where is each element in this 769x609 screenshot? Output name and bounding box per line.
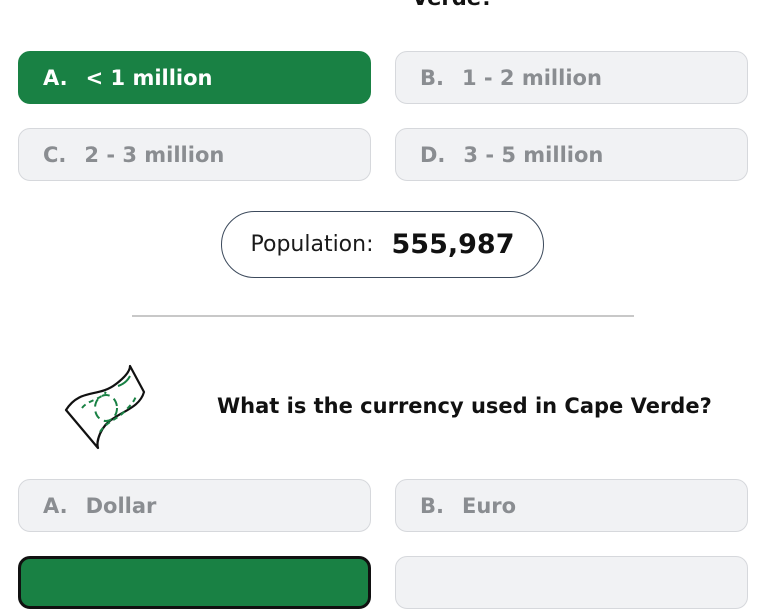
option-b-button[interactable]: B. Euro — [395, 479, 748, 532]
option-label: < 1 million — [85, 65, 213, 90]
option-label: 3 - 5 million — [463, 142, 604, 167]
option-d-button[interactable] — [395, 556, 748, 609]
population-value: 555,987 — [391, 229, 515, 260]
population-result: Population: 555,987 — [221, 211, 544, 278]
option-letter: D. — [420, 142, 446, 167]
section-divider — [132, 315, 634, 317]
option-b-button[interactable]: B. 1 - 2 million — [395, 51, 748, 104]
option-letter: B. — [420, 493, 444, 518]
option-letter: C. — [43, 142, 67, 167]
option-c-button[interactable] — [18, 556, 371, 609]
option-label: 1 - 2 million — [461, 65, 602, 90]
option-label: Dollar — [85, 493, 157, 518]
option-letter: B. — [420, 65, 444, 90]
population-label: Population: — [250, 232, 374, 257]
option-letter: A. — [43, 65, 68, 90]
option-label: Euro — [461, 493, 517, 518]
previous-question-icon — [58, 0, 114, 8]
currency-question-text: What is the currency used in Cape Verde? — [217, 394, 712, 418]
option-label: 2 - 3 million — [84, 142, 225, 167]
option-letter: A. — [43, 493, 68, 518]
option-a-button[interactable]: A. < 1 million — [18, 51, 371, 104]
option-d-button[interactable]: D. 3 - 5 million — [395, 128, 748, 181]
money-bill-icon — [60, 362, 152, 452]
option-a-button[interactable]: A. Dollar — [18, 479, 371, 532]
option-c-button[interactable]: C. 2 - 3 million — [18, 128, 371, 181]
previous-question-text: Verde? — [412, 0, 493, 10]
